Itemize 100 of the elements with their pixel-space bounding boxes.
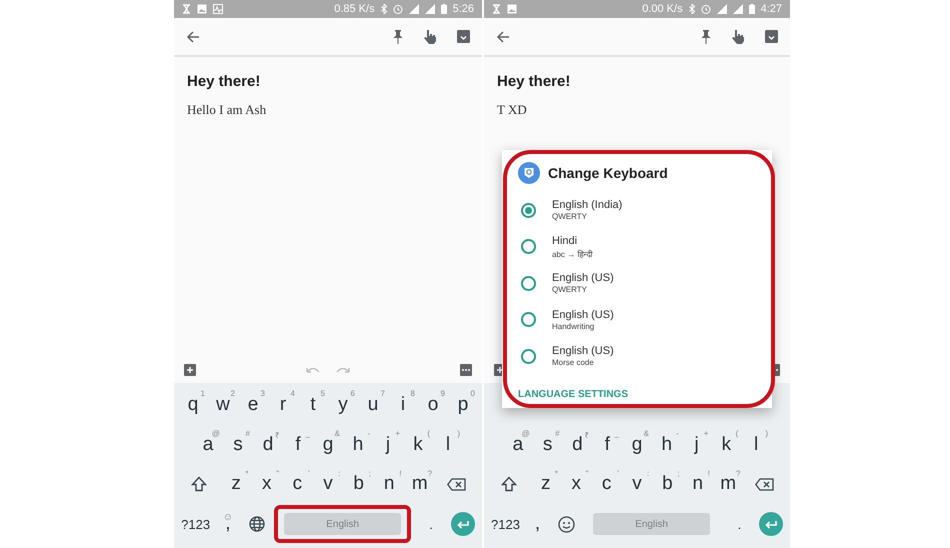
key[interactable]: m? (404, 464, 436, 504)
keyboard-app-icon (518, 162, 540, 184)
note-body: T XD (497, 102, 528, 118)
keyboard-option[interactable]: Hindi abc → हिन्दी (518, 228, 756, 265)
option-subtitle: QWERTY (552, 285, 588, 294)
key[interactable]: x " (560, 464, 592, 504)
clock-time: 5:26 (452, 3, 474, 15)
signal-icon (424, 4, 435, 14)
bluetooth-icon (380, 4, 387, 14)
key[interactable]: k ( (403, 424, 433, 464)
dialog-title: Change Keyboard (548, 165, 668, 181)
globe-icon[interactable] (249, 516, 266, 532)
radio-button[interactable] (521, 202, 536, 218)
back-arrow-icon[interactable] (186, 30, 199, 42)
key[interactable]: a@ (503, 424, 533, 464)
note-body: Hello I am Ash (187, 102, 268, 118)
key[interactable]: d₹ (562, 424, 592, 464)
key[interactable]: r 4 (268, 385, 298, 425)
key[interactable]: l ) (741, 424, 772, 464)
battery-icon (440, 4, 447, 14)
hand-pointer-icon[interactable] (731, 29, 745, 44)
enter-key[interactable] (451, 512, 476, 536)
image-icon (507, 4, 517, 14)
image-icon (197, 4, 207, 14)
option-label: English (US) (552, 272, 614, 284)
key[interactable]: z * (220, 464, 252, 504)
key[interactable]: x " (251, 464, 282, 504)
enter-icon (765, 520, 778, 529)
alarm-icon (392, 4, 403, 14)
enter-icon (457, 520, 470, 529)
key[interactable]: d₹ (253, 424, 283, 464)
key[interactable]: c ' (282, 464, 313, 504)
keyboard-option[interactable]: English (US) Morse code (518, 338, 756, 374)
radio-button[interactable] (521, 312, 536, 328)
key[interactable]: l ) (433, 424, 463, 464)
backspace-icon[interactable] (755, 478, 774, 491)
key[interactable]: i 8 (388, 385, 418, 425)
key[interactable]: t 5 (298, 385, 328, 425)
key[interactable]: m? (713, 464, 744, 504)
comma-key[interactable]: , (522, 504, 552, 544)
shift-icon[interactable] (501, 476, 518, 492)
radio-button[interactable] (521, 276, 536, 291)
key[interactable]: v : (312, 464, 344, 504)
key[interactable]: . (413, 504, 449, 544)
hourglass-icon (492, 4, 501, 14)
archive-icon[interactable] (457, 30, 470, 43)
key[interactable]: b ; (652, 464, 683, 504)
option-subtitle: abc → हिन्दी (552, 248, 592, 259)
note-title: Hey there! (497, 73, 572, 90)
key[interactable]: h - (652, 424, 682, 464)
clock-time: 4:27 (760, 3, 782, 15)
network-speed: 0.00 K/s (642, 3, 683, 15)
add-icon[interactable] (184, 364, 196, 376)
signal-icon (716, 4, 727, 14)
key[interactable]: v : (622, 464, 652, 504)
option-subtitle: QWERTY (552, 212, 588, 222)
option-label: English (US) (552, 345, 614, 358)
key[interactable]: . (722, 504, 757, 544)
pulse-icon (213, 4, 223, 14)
radio-button[interactable] (521, 348, 536, 364)
option-subtitle: Morse code (552, 358, 595, 368)
signal-icon (408, 4, 419, 14)
key[interactable]: b ; (343, 464, 374, 504)
key[interactable]: g& (622, 424, 652, 464)
radio-button[interactable] (521, 239, 536, 254)
key[interactable]: s# (532, 424, 563, 464)
key[interactable]: ?123 (178, 504, 214, 544)
network-speed: 0.85 K/s (334, 3, 375, 15)
key[interactable]: n ! (682, 464, 714, 504)
shift-icon[interactable] (191, 476, 208, 492)
signal-icon (732, 4, 743, 14)
key[interactable]: s# (223, 424, 253, 464)
keyboard-option[interactable]: English (India) QWERTY (518, 192, 756, 228)
key[interactable]: c ' (591, 464, 622, 504)
key[interactable]: a@ (193, 424, 223, 464)
key[interactable]: h - (343, 424, 373, 464)
keyboard-option[interactable]: English (US) QWERTY (518, 265, 756, 302)
key[interactable]: n ! (374, 464, 405, 504)
key[interactable]: j + (682, 424, 712, 464)
key[interactable]: f _ (592, 424, 622, 464)
option-label: English (India) (552, 199, 622, 212)
enter-key[interactable] (759, 512, 784, 536)
back-arrow-icon[interactable] (496, 30, 509, 42)
more-icon[interactable] (460, 364, 472, 376)
bluetooth-icon (688, 4, 695, 14)
key[interactable]: f _ (283, 424, 313, 464)
option-subtitle: Handwriting (552, 322, 596, 331)
hand-pointer-icon[interactable] (423, 29, 437, 44)
key[interactable]: g& (313, 424, 343, 464)
keyboard-option[interactable]: English (US) Handwriting (518, 302, 756, 338)
key[interactable]: ?123 (488, 504, 523, 544)
comma-key[interactable]: ☺, (213, 504, 243, 544)
key[interactable]: k ( (711, 424, 742, 464)
pin-icon[interactable] (393, 30, 403, 44)
backspace-icon[interactable] (447, 478, 466, 491)
pin-icon[interactable] (701, 30, 711, 44)
key[interactable]: j + (373, 424, 403, 464)
key[interactable]: z * (530, 464, 561, 504)
emoji-icon[interactable] (558, 516, 576, 533)
archive-icon[interactable] (765, 30, 778, 43)
